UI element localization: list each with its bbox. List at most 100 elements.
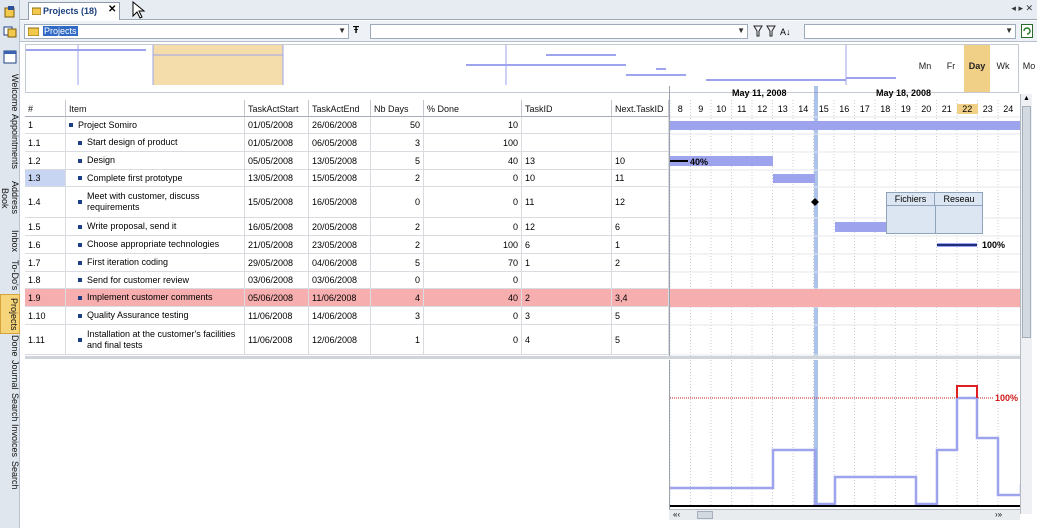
vertical-scrollbar[interactable]: ▲	[1020, 94, 1032, 514]
folder-select[interactable]: Projects ▼	[24, 24, 349, 39]
cell-next: 10	[612, 152, 669, 169]
expand-bullet-icon[interactable]	[78, 313, 82, 318]
sidebar-tab[interactable]: Appointments	[0, 114, 20, 170]
cell-days: 2	[371, 218, 424, 235]
table-row[interactable]: 1.11 Installation at the customer's facil…	[25, 325, 669, 355]
expand-bullet-icon[interactable]	[69, 123, 73, 127]
tab-navigation-arrows[interactable]: ◂ ▸ ✕	[1011, 3, 1033, 14]
day-label: 19	[900, 104, 911, 114]
sidebar-tab[interactable]: Search	[0, 392, 20, 422]
sidebar-tab[interactable]: Journal	[0, 358, 20, 392]
expand-bullet-icon[interactable]	[78, 158, 82, 163]
task-name: Installation at the customer's facilitie…	[87, 328, 236, 350]
resource-popup[interactable]: Fichiers Reseau	[886, 192, 983, 234]
horizontal-scrollbar[interactable]: «‹ ›»	[669, 509, 1020, 520]
cell-end: 04/06/2008	[309, 254, 371, 271]
cell-id: 4	[522, 325, 612, 354]
chevron-down-icon[interactable]: ▼	[737, 26, 745, 35]
cell-id	[522, 272, 612, 288]
milestone-diamond	[811, 198, 819, 206]
table-row[interactable]: 1.4 Meet with customer, discuss requireme…	[25, 187, 669, 218]
load-curve	[670, 396, 1021, 506]
column-header[interactable]: TaskID	[522, 100, 612, 117]
funnel-icon[interactable]: Ŧ	[353, 25, 359, 36]
sidebar-tab[interactable]: Welcome	[0, 72, 20, 114]
cell-item: Implement customer comments	[66, 289, 245, 306]
table-row[interactable]: 1.7 First iteration coding 29/05/2008 04/06…	[25, 254, 669, 272]
search-field[interactable]: ▼	[804, 24, 1016, 39]
scroll-right-icon[interactable]: ›»	[995, 510, 1002, 519]
task-name: Start design of product	[87, 137, 178, 147]
table-row[interactable]: 1.2 Design 05/05/2008 13/05/2008 5 40 13 10	[25, 152, 669, 170]
expand-bullet-icon[interactable]	[78, 224, 82, 229]
design-progress-label: 40%	[690, 157, 709, 167]
expand-bullet-icon[interactable]	[78, 278, 82, 282]
cell-item: Choose appropriate technologies	[66, 236, 245, 253]
pane-splitter[interactable]	[25, 356, 1020, 359]
scroll-thumb[interactable]	[697, 511, 713, 519]
popup-divider	[935, 206, 936, 234]
column-header[interactable]: TaskActEnd	[309, 100, 371, 117]
sidebar-tab[interactable]: Inbox	[0, 226, 20, 256]
refresh-icon[interactable]	[1021, 24, 1033, 40]
zoom-button[interactable]: Day	[964, 45, 990, 92]
expand-bullet-icon[interactable]	[78, 260, 82, 265]
popup-col-network: Reseau	[935, 193, 983, 206]
expand-bullet-icon[interactable]	[78, 140, 82, 145]
expand-bullet-icon[interactable]	[78, 337, 82, 342]
scroll-thumb[interactable]	[1022, 106, 1031, 338]
gantt-chart[interactable]: May 11, 2008 May 18, 2008 8 9 10 11 12 13 14 15…	[669, 86, 1021, 358]
zoom-button[interactable]: Mn	[912, 45, 938, 92]
column-header[interactable]: % Done	[424, 100, 522, 117]
day-label: 15	[818, 104, 829, 114]
sidebar-tab[interactable]: To-Do's	[0, 256, 20, 294]
sidebar-tab[interactable]: Projects	[0, 294, 20, 334]
sidebar-tab[interactable]: Search	[0, 460, 20, 490]
cell-done: 100	[424, 236, 522, 253]
column-header[interactable]: Item	[66, 100, 245, 117]
table-row[interactable]: 1.8 Send for customer review 03/06/2008 03/…	[25, 272, 669, 289]
table-row[interactable]: 1 Project Somiro 01/05/2008 26/06/2008 50 10	[25, 117, 669, 134]
day-label: 23	[982, 104, 993, 114]
filter-input[interactable]: ▼	[370, 24, 748, 39]
expand-bullet-icon[interactable]	[78, 200, 82, 204]
table-row[interactable]: 1.3 Complete first prototype 13/05/2008 15/…	[25, 170, 669, 187]
copy-icon[interactable]	[3, 26, 17, 38]
day-label: 24	[1003, 104, 1014, 114]
filter-tools-icon[interactable]: A↓	[753, 24, 793, 40]
tab-projects[interactable]: Projects (18)	[28, 2, 120, 20]
scroll-up-icon[interactable]: ▲	[1023, 95, 1030, 102]
expand-bullet-icon[interactable]	[78, 176, 82, 180]
expand-bullet-icon[interactable]	[78, 295, 82, 300]
table-row[interactable]: 1.6 Choose appropriate technologies 21/05/…	[25, 236, 669, 254]
sidebar-tab[interactable]: Invoices	[0, 422, 20, 460]
cell-days: 4	[371, 289, 424, 306]
cell-id: 13	[522, 152, 612, 169]
column-header[interactable]: Next.TaskID	[612, 100, 669, 117]
close-tab-icon[interactable]: ✕	[108, 4, 116, 15]
table-row[interactable]: 1.5 Write proposal, send it 16/05/2008 20/0…	[25, 218, 669, 236]
zoom-button[interactable]: Mo	[1016, 45, 1037, 92]
expand-bullet-icon[interactable]	[78, 242, 82, 247]
chevron-down-icon[interactable]: ▼	[338, 26, 346, 35]
zoom-button[interactable]: Fr	[938, 45, 964, 92]
cell-next: 1	[612, 236, 669, 253]
cell-id: 2	[522, 289, 612, 306]
scroll-left-icon[interactable]: «‹	[673, 510, 680, 519]
zoom-button[interactable]: Wk	[990, 45, 1016, 92]
new-item-icon[interactable]	[3, 6, 17, 18]
cell-num: 1.2	[25, 152, 66, 169]
column-header[interactable]: #	[25, 100, 66, 117]
table-row[interactable]: 1.9 Implement customer comments 05/06/2008…	[25, 289, 669, 307]
cell-num: 1.5	[25, 218, 66, 235]
column-header[interactable]: TaskActStart	[245, 100, 309, 117]
sidebar-tab[interactable]: Done	[0, 334, 20, 358]
cell-item: Design	[66, 152, 245, 169]
calendar-icon[interactable]	[3, 50, 17, 64]
sidebar-tab[interactable]: Address Book	[0, 170, 20, 226]
column-header[interactable]: Nb Days	[371, 100, 424, 117]
table-row[interactable]: 1.10 Quality Assurance testing 11/06/2008 1…	[25, 307, 669, 325]
chevron-down-icon[interactable]: ▼	[1005, 26, 1013, 35]
table-row[interactable]: 1.1 Start design of product 01/05/2008 06/0…	[25, 134, 669, 152]
task-bar	[773, 174, 815, 183]
